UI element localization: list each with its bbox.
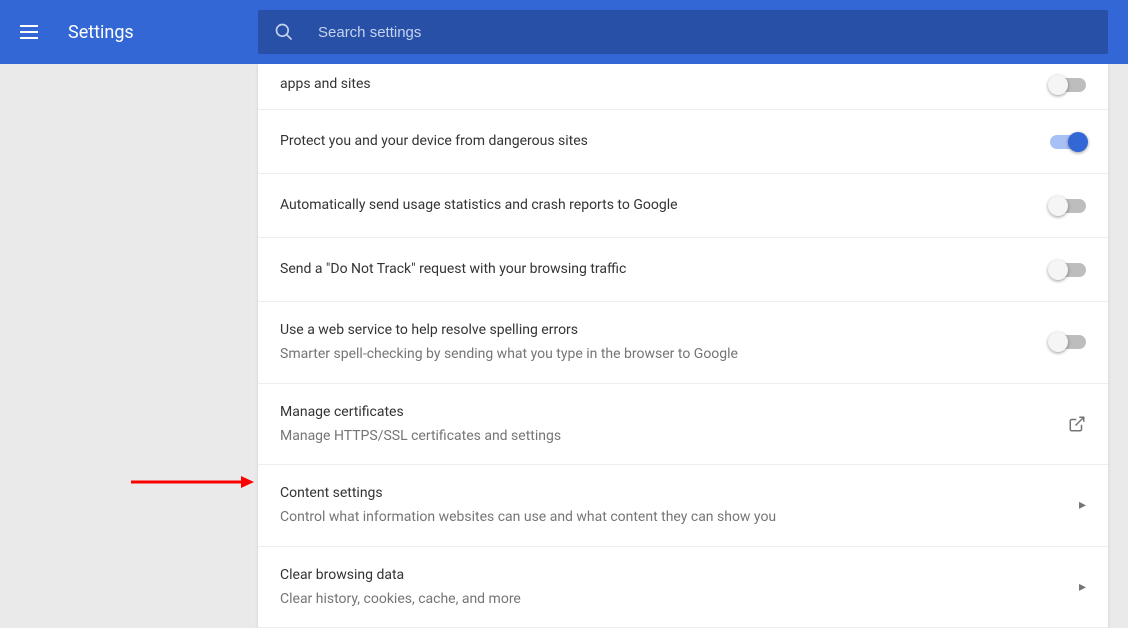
- toggle-apps-and-sites[interactable]: [1050, 78, 1086, 92]
- row-title: Send a "Do Not Track" request with your …: [280, 259, 1050, 280]
- chevron-right-icon: ▸: [1079, 579, 1086, 595]
- row-title: Clear browsing data: [280, 565, 1079, 586]
- row-do-not-track: Send a "Do Not Track" request with your …: [258, 238, 1108, 302]
- row-content-settings[interactable]: Content settings Control what informatio…: [258, 465, 1108, 547]
- toggle-protect-device[interactable]: [1050, 135, 1086, 149]
- row-subtitle: Control what information websites can us…: [280, 508, 1079, 528]
- external-link-icon: [1068, 415, 1086, 433]
- row-clear-browsing-data[interactable]: Clear browsing data Clear history, cooki…: [258, 547, 1108, 628]
- row-protect-device: Protect you and your device from dangero…: [258, 110, 1108, 174]
- row-title: Use a web service to help resolve spelli…: [280, 320, 1050, 341]
- settings-list: apps and sites Protect you and your devi…: [258, 64, 1108, 628]
- row-title: Automatically send usage statistics and …: [280, 195, 1050, 216]
- toggle-usage-stats[interactable]: [1050, 199, 1086, 213]
- row-manage-certificates[interactable]: Manage certificates Manage HTTPS/SSL cer…: [258, 384, 1108, 466]
- row-apps-and-sites: apps and sites: [258, 64, 1108, 110]
- search-icon: [274, 22, 294, 42]
- chevron-right-icon: ▸: [1079, 497, 1086, 513]
- page-title: Settings: [68, 22, 134, 43]
- header: Settings: [0, 0, 1128, 64]
- menu-icon[interactable]: [20, 20, 44, 44]
- row-spelling: Use a web service to help resolve spelli…: [258, 302, 1108, 384]
- row-title: Protect you and your device from dangero…: [280, 131, 1050, 152]
- row-subtitle: Clear history, cookies, cache, and more: [280, 590, 1079, 610]
- toggle-do-not-track[interactable]: [1050, 263, 1086, 277]
- row-title: apps and sites: [280, 74, 1050, 95]
- toggle-spelling[interactable]: [1050, 335, 1086, 349]
- row-title: Content settings: [280, 483, 1079, 504]
- search-container[interactable]: [258, 10, 1108, 54]
- annotation-arrow: [126, 472, 256, 492]
- row-usage-stats: Automatically send usage statistics and …: [258, 174, 1108, 238]
- row-title: Manage certificates: [280, 402, 1068, 423]
- row-subtitle: Smarter spell-checking by sending what y…: [280, 345, 1050, 365]
- search-input[interactable]: [318, 24, 1092, 41]
- row-subtitle: Manage HTTPS/SSL certificates and settin…: [280, 427, 1068, 447]
